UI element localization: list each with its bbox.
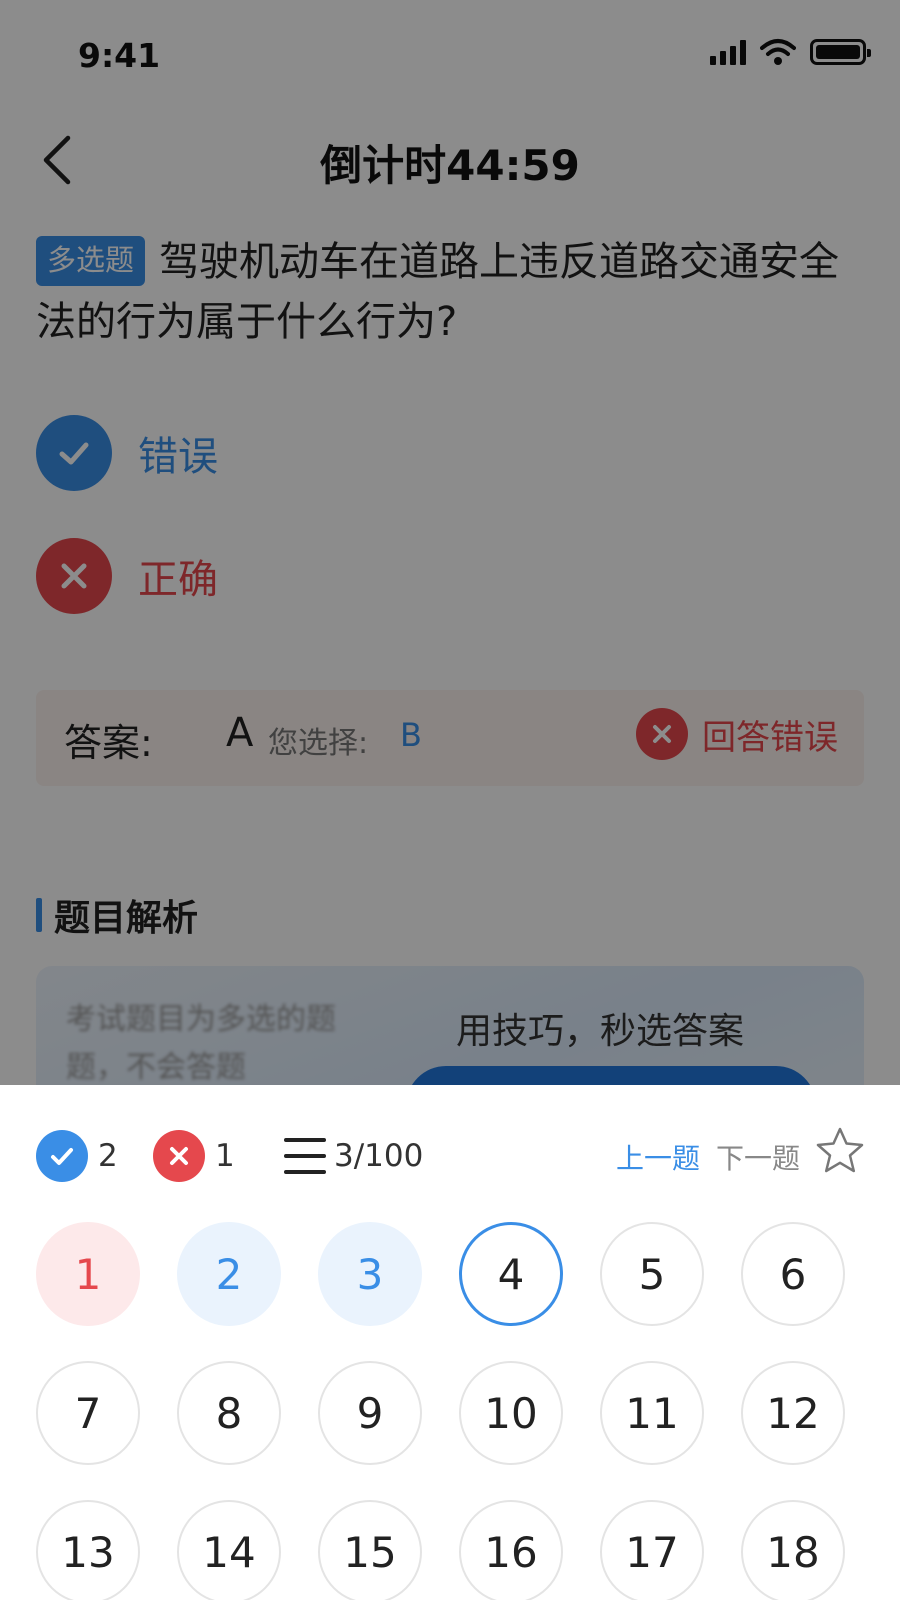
question-number-button[interactable]: 13 <box>36 1500 140 1600</box>
question-number-button[interactable]: 1 <box>36 1222 140 1326</box>
correct-count-value: 2 <box>98 1138 118 1174</box>
question-number-button[interactable]: 9 <box>318 1361 422 1465</box>
correct-count: 2 <box>36 1130 118 1182</box>
question-number-button[interactable]: 3 <box>318 1222 422 1326</box>
prev-question-button[interactable]: 上一题 <box>616 1137 700 1177</box>
question-number-button[interactable]: 6 <box>741 1222 845 1326</box>
wrong-count-value: 1 <box>215 1138 235 1174</box>
question-number-button[interactable]: 15 <box>318 1500 422 1600</box>
favorite-button[interactable] <box>814 1125 866 1177</box>
check-icon <box>36 1130 88 1182</box>
dim-overlay[interactable] <box>0 0 900 1085</box>
question-number-button[interactable]: 16 <box>459 1500 563 1600</box>
question-progress: 3/100 <box>284 1130 423 1182</box>
question-number-button[interactable]: 7 <box>36 1361 140 1465</box>
question-number-button[interactable]: 12 <box>741 1361 845 1465</box>
progress-value: 3/100 <box>334 1138 424 1174</box>
answer-sheet: 2 1 3/100 上一题 下一题 1 2 3 4 5 6 7 8 9 10 11 12 13 14 15 1… <box>0 1085 900 1600</box>
question-number-button[interactable]: 11 <box>600 1361 704 1465</box>
star-icon <box>816 1127 864 1173</box>
question-number-button[interactable]: 10 <box>459 1361 563 1465</box>
close-icon <box>153 1130 205 1182</box>
question-number-button[interactable]: 4 <box>459 1222 563 1326</box>
next-question-button[interactable]: 下一题 <box>716 1137 800 1177</box>
question-number-button[interactable]: 5 <box>600 1222 704 1326</box>
answer-sheet-header: 2 1 3/100 上一题 下一题 <box>0 1085 900 1215</box>
wrong-count: 1 <box>153 1130 235 1182</box>
question-number-button[interactable]: 18 <box>741 1500 845 1600</box>
menu-icon <box>284 1138 326 1174</box>
question-number-button[interactable]: 8 <box>177 1361 281 1465</box>
question-number-button[interactable]: 2 <box>177 1222 281 1326</box>
question-number-button[interactable]: 17 <box>600 1500 704 1600</box>
question-number-button[interactable]: 14 <box>177 1500 281 1600</box>
